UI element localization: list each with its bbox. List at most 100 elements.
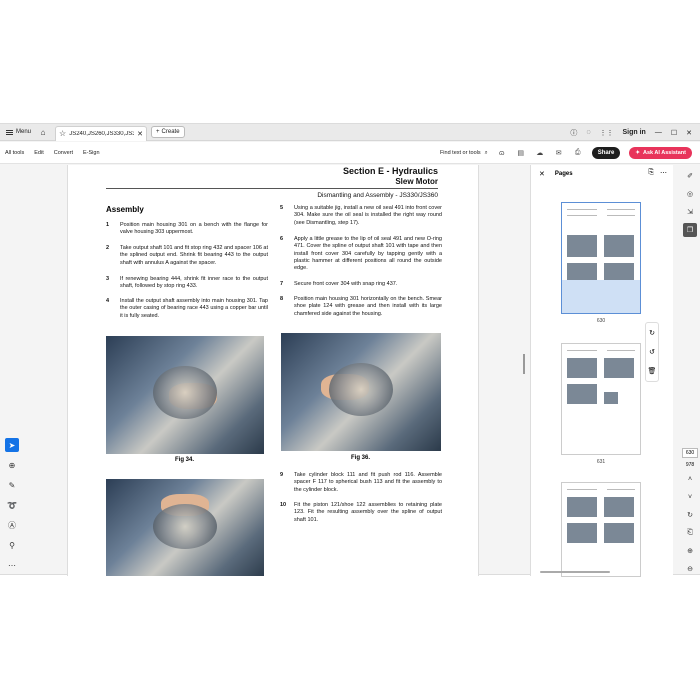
acrobat-window: Menu ⌂ ☆ JS240,JS260,JS330,JS36.. ✕ + Cr… (0, 123, 700, 578)
plus-icon: + (156, 129, 160, 135)
window-controls: ⓘ ◌ ⋮⋮ Sign in — ☐ ✕ (570, 124, 700, 141)
more-options-icon[interactable]: ⋯ (660, 169, 667, 177)
lasso-icon[interactable]: ➰ (5, 498, 19, 512)
document-scrollbar[interactable] (523, 354, 525, 374)
notifications-icon[interactable]: ◌ (586, 129, 590, 136)
stamp-icon[interactable]: ⚲ (5, 538, 19, 552)
ai-assistant-button[interactable]: ✦ Ask AI Assistant (629, 147, 692, 159)
thumb-text-line (567, 489, 597, 490)
convert-menu[interactable]: Convert (49, 150, 78, 156)
search-icon: ⌕ (484, 149, 488, 156)
right-rail: ✐ ◎ ⇲ ❐ 630 978 ˄ ˅ ↻ ⎗ ⊕ ⊖ (680, 165, 700, 576)
rotate-clockwise-icon[interactable]: ↻ (649, 329, 655, 337)
thumb-label: 630 (596, 318, 606, 324)
export-icon[interactable]: ⇲ (683, 205, 697, 219)
zoom-out-icon[interactable]: ⊖ (683, 562, 697, 576)
chevron-up-icon[interactable]: ˄ (683, 472, 697, 486)
fig34-photo (106, 336, 264, 454)
pages-title: Pages (554, 171, 573, 177)
thumb-image (567, 384, 597, 404)
tab-bar: Menu ⌂ ☆ JS240,JS260,JS330,JS36.. ✕ + Cr… (0, 124, 700, 141)
create-button[interactable]: + Create (151, 126, 185, 138)
page-thumbnail[interactable] (561, 343, 641, 455)
thumbnail-actions: ↻ ↺ 🗑 (645, 322, 659, 382)
header-rule (106, 188, 438, 189)
hand-shape (169, 383, 217, 410)
thumb-text-line (567, 215, 597, 216)
tab-title: JS240,JS260,JS330,JS36.. (69, 130, 134, 137)
thumb-text-line (607, 215, 635, 216)
close-panel-icon[interactable]: ✕ (539, 170, 545, 178)
upload-cloud-icon[interactable]: ☁ (535, 148, 545, 158)
insert-page-icon[interactable]: ⎘ (648, 169, 654, 177)
hamburger-icon (6, 129, 13, 135)
comment-rail-icon[interactable]: ◎ (683, 187, 697, 201)
page-number-input[interactable]: 630 (682, 447, 698, 459)
fig35-photo (106, 479, 264, 576)
page-fit-icon[interactable]: ⎗ (683, 526, 697, 540)
thumb-text-line (607, 489, 635, 490)
fig34-caption: Fig 34. (175, 457, 195, 463)
thumb-text-line (567, 209, 597, 210)
rotate-counterclockwise-icon[interactable]: ↺ (649, 348, 655, 356)
read-aloud-icon[interactable]: ɷ (497, 148, 507, 158)
find-tools-field[interactable]: Find text or tools ⌕ (440, 150, 488, 157)
thumb-image (567, 497, 597, 517)
page-thumbnail[interactable] (561, 202, 641, 314)
panel-horizontal-scrollbar[interactable] (540, 571, 610, 573)
assembly-heading: Assembly (106, 205, 144, 214)
comment-icon[interactable]: ⊕ (5, 458, 19, 472)
home-icon[interactable]: ⌂ (37, 124, 49, 141)
selection-highlight (562, 280, 640, 313)
page-thumbnail[interactable] (561, 482, 641, 577)
hand-shape (161, 494, 209, 516)
edit-pdf-icon[interactable]: ✐ (683, 169, 697, 183)
thumb-image (567, 523, 597, 543)
thumb-image (604, 497, 634, 517)
print-icon[interactable]: ⎙ (573, 148, 583, 158)
all-tools-menu[interactable]: All tools (0, 150, 29, 156)
help-icon[interactable]: ⓘ (570, 128, 577, 138)
thumb-text-line (567, 350, 597, 351)
save-icon[interactable]: ▤ (516, 148, 526, 158)
close-tab-icon[interactable]: ✕ (137, 130, 143, 138)
edit-menu[interactable]: Edit (29, 150, 48, 156)
zoom-in-icon[interactable]: ⊕ (683, 544, 697, 558)
sign-in-button[interactable]: Sign in (623, 129, 646, 136)
step-8: 8 Position main housing 301 horizontally… (280, 296, 442, 317)
more-tools-icon[interactable]: ⋯ (5, 558, 19, 572)
step-2: 2 Take output shaft 101 and fit stop rin… (106, 245, 268, 266)
step-9: 9 Take cylinder block 111 and fit push r… (280, 472, 442, 493)
find-label: Find text or tools (439, 150, 481, 156)
main-toolbar: All tools Edit Convert E-Sign Find text … (0, 142, 700, 164)
step-1: 1 Position main housing 301 on a bench w… (106, 222, 268, 236)
share-button[interactable]: Share (591, 147, 621, 159)
document-tab[interactable]: ☆ JS240,JS260,JS330,JS36.. ✕ (55, 125, 148, 141)
step-6: 6 Apply a little grease to the lip of oi… (280, 236, 442, 272)
star-icon[interactable]: ☆ (59, 129, 66, 138)
delete-icon[interactable]: 🗑 (648, 367, 657, 375)
close-window-icon[interactable]: ✕ (686, 129, 692, 137)
chevron-down-icon[interactable]: ˅ (683, 490, 697, 504)
thumb-image (567, 235, 597, 257)
left-tool-rail: ➤ ⊕ ✎ ➰ Ⓐ ⚲ ⋯ (3, 438, 21, 578)
thumb-image (604, 358, 634, 378)
menu-label: Menu (16, 129, 32, 135)
pen-icon[interactable]: ✎ (5, 478, 19, 492)
mail-icon[interactable]: ✉ (554, 148, 564, 158)
document-page: Section E - Hydraulics Slew Motor Disman… (67, 165, 479, 576)
text-select-icon[interactable]: Ⓐ (5, 518, 19, 532)
esign-menu[interactable]: E-Sign (78, 150, 105, 156)
step-4: 4 Install the output shaft assembly into… (106, 298, 268, 319)
minimize-icon[interactable]: — (655, 129, 662, 136)
maximize-icon[interactable]: ☐ (671, 129, 677, 137)
step-3: 3 If renewing bearing 444, shrink fit in… (106, 276, 268, 290)
apps-grid-icon[interactable]: ⋮⋮ (600, 129, 614, 137)
thumb-text-line (607, 350, 635, 351)
menu-button[interactable]: Menu (0, 124, 37, 141)
toolbar-right: Find text or tools ⌕ ɷ ▤ ☁ ✉ ⎙ Share ✦ A… (440, 142, 692, 164)
thumb-text-line (607, 209, 635, 210)
select-cursor-icon[interactable]: ➤ (5, 438, 19, 452)
pages-panel-icon[interactable]: ❐ (683, 222, 697, 237)
refresh-icon[interactable]: ↻ (683, 508, 697, 522)
